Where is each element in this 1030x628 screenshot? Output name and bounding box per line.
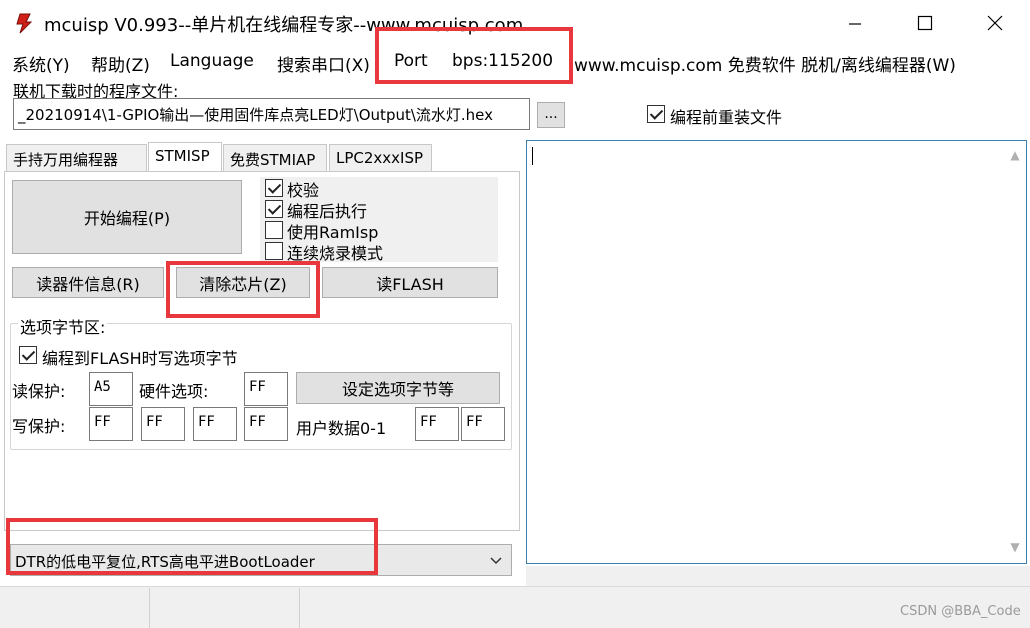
read-device-info-button[interactable]: 读器件信息(R)	[12, 267, 164, 298]
title-bar: mcuisp V0.993--单片机在线编程专家--www.mcuisp.com	[0, 0, 1030, 46]
menu-website[interactable]: www.mcuisp.com 免费软件 脱机/离线编程器(W)	[574, 51, 956, 76]
set-option-bytes-button[interactable]: 设定选项字节等	[296, 372, 500, 404]
verify-checkbox[interactable]	[265, 179, 283, 197]
boot-mode-select[interactable]: DTR的低电平复位,RTS高电平进BootLoader	[10, 544, 512, 576]
chevron-down-icon	[490, 557, 502, 565]
close-icon	[987, 15, 1003, 31]
close-button[interactable]	[960, 0, 1030, 46]
text-caret	[532, 147, 533, 165]
reload-file-label: 编程前重装文件	[670, 108, 783, 127]
minimize-icon	[849, 23, 861, 25]
tab-lpc2xxx[interactable]: LPC2xxxISP	[329, 144, 432, 171]
write-protect-field-3[interactable]: FF	[244, 407, 288, 441]
status-pane-2	[150, 588, 300, 628]
write-protect-field-0[interactable]: FF	[89, 407, 133, 441]
hw-option-field[interactable]: FF	[244, 372, 288, 406]
menu-bar: 系统(Y) 帮助(Z) Language 搜索串口(X) Port bps:11…	[0, 46, 1030, 76]
scroll-down-icon[interactable]: ▼	[1006, 540, 1024, 558]
status-pane-1	[0, 588, 150, 628]
write-protect-field-1[interactable]: FF	[141, 407, 185, 441]
tab-stmiap[interactable]: 免费STMIAP	[223, 144, 327, 171]
read-protect-field[interactable]: A5	[89, 372, 133, 406]
write-options-label: 编程到FLASH时写选项字节	[42, 349, 238, 368]
minimize-button[interactable]	[820, 0, 890, 46]
start-program-button[interactable]: 开始编程(P)	[12, 180, 242, 254]
window-title: mcuisp V0.993--单片机在线编程专家--www.mcuisp.com	[44, 15, 524, 36]
menu-help[interactable]: 帮助(Z)	[91, 51, 150, 76]
write-options-checkbox[interactable]	[19, 346, 37, 364]
write-protect-field-2[interactable]: FF	[193, 407, 237, 441]
write-protect-label: 写保护:	[12, 417, 66, 436]
browse-button[interactable]: ...	[537, 102, 565, 128]
file-path-field[interactable]: _20210914\1-GPIO输出—使用固件库点亮LED灯\Output\流水…	[13, 98, 530, 130]
app-icon	[16, 13, 33, 34]
maximize-icon	[917, 15, 933, 31]
hw-option-label: 硬件选项:	[139, 382, 209, 401]
tab-handheld[interactable]: 手持万用编程器	[6, 144, 147, 171]
menu-port[interactable]: Port	[394, 51, 428, 71]
user-data-field-0[interactable]: FF	[415, 407, 459, 441]
user-data-label: 用户数据0-1	[296, 419, 387, 438]
run-after-checkbox[interactable]	[265, 200, 283, 218]
menu-language[interactable]: Language	[170, 51, 254, 71]
option-bytes-title: 选项字节区:	[18, 314, 108, 338]
scroll-up-icon[interactable]: ▲	[1006, 148, 1024, 166]
continuous-mode-checkbox[interactable]	[265, 242, 283, 260]
read-protect-label: 读保护:	[12, 382, 66, 401]
menu-bps[interactable]: bps:115200	[452, 51, 553, 71]
read-flash-button[interactable]: 读FLASH	[322, 267, 498, 298]
continuous-mode-label: 连续烧录模式	[287, 244, 384, 263]
menu-system[interactable]: 系统(Y)	[12, 51, 70, 76]
erase-chip-button[interactable]: 清除芯片(Z)	[176, 267, 310, 298]
user-data-field-1[interactable]: FF	[461, 407, 505, 441]
output-log[interactable]	[526, 140, 1027, 564]
output-footer	[526, 566, 1030, 586]
use-ramisp-checkbox[interactable]	[265, 221, 283, 239]
tab-stmisp[interactable]: STMISP	[148, 142, 222, 172]
maximize-button[interactable]	[890, 0, 960, 46]
menu-search-port[interactable]: 搜索串口(X)	[277, 51, 370, 76]
reload-file-checkbox[interactable]	[647, 105, 665, 123]
watermark: CSDN @BBA_Code	[900, 604, 1021, 619]
